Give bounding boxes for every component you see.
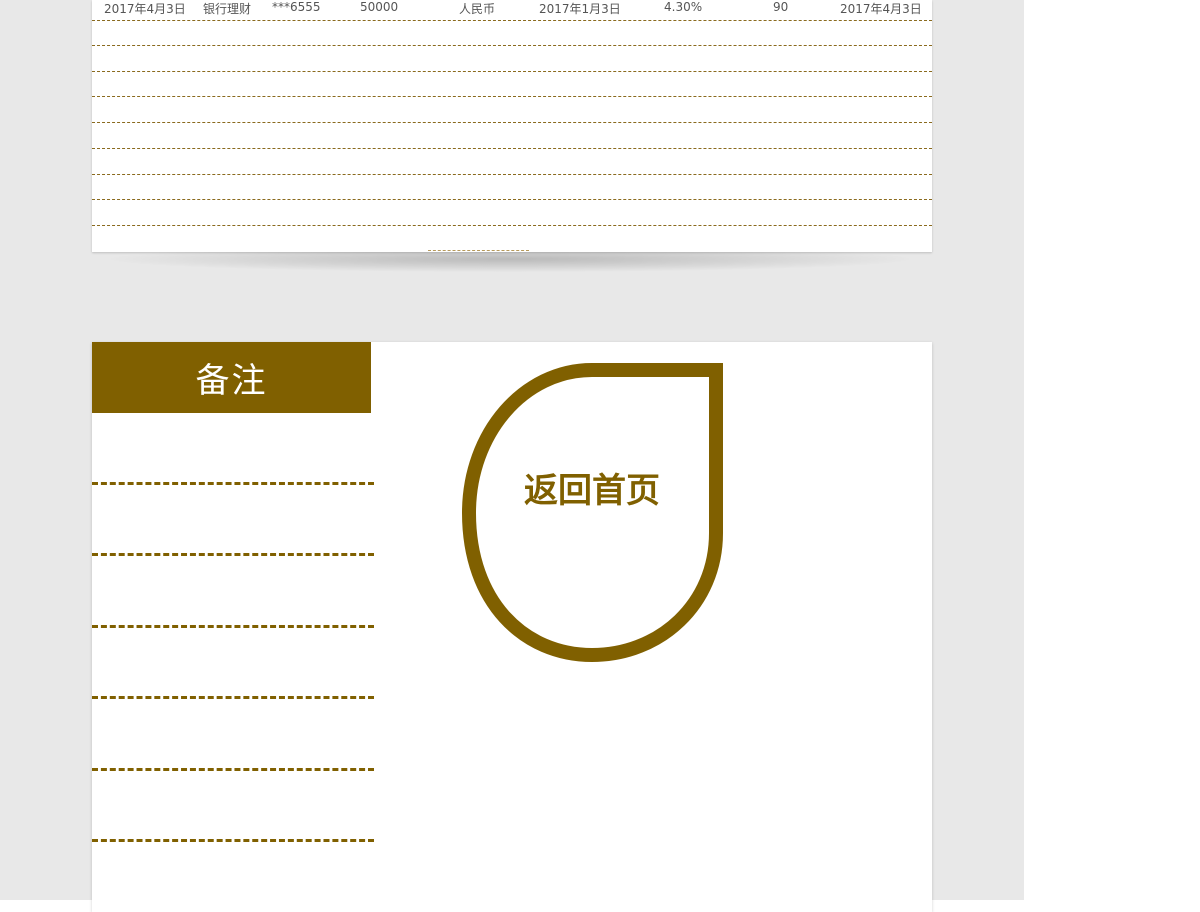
cell-currency[interactable]: 人民币 [459, 0, 495, 17]
investment-table-sheet: 2017年4月3日 银行理财 ***6555 50000 人民币 2017年1月… [92, 0, 932, 252]
table-empty-row[interactable] [92, 199, 932, 200]
note-line[interactable] [92, 482, 374, 485]
cell-purchase-date[interactable]: 2017年4月3日 [104, 0, 186, 17]
table-empty-row[interactable] [92, 225, 932, 226]
table-empty-row[interactable] [92, 174, 932, 175]
cell-amount[interactable]: 50000 [360, 0, 398, 14]
note-line[interactable] [92, 625, 374, 628]
table-empty-row[interactable] [92, 148, 932, 149]
table-empty-row[interactable] [92, 45, 932, 46]
table-row[interactable]: 2017年4月3日 银行理财 ***6555 50000 人民币 2017年1月… [92, 0, 932, 21]
cell-product-type[interactable]: 银行理财 [203, 0, 251, 17]
cell-rate[interactable]: 4.30% [664, 0, 702, 14]
cell-account[interactable]: ***6555 [272, 0, 321, 14]
table-empty-row[interactable] [92, 71, 932, 72]
return-home-label: 返回首页 [524, 471, 660, 511]
return-home-button[interactable]: 返回首页 [462, 363, 723, 662]
cell-start-date[interactable]: 2017年1月3日 [539, 0, 621, 17]
note-line[interactable] [92, 839, 374, 842]
note-line[interactable] [92, 696, 374, 699]
notes-title: 备注 [92, 342, 371, 413]
note-line[interactable] [92, 768, 374, 771]
table-cell-border [428, 250, 529, 251]
cell-days[interactable]: 90 [773, 0, 788, 14]
note-line[interactable] [92, 553, 374, 556]
notes-sheet: 备注 返回首页 [92, 342, 932, 912]
table-empty-row[interactable] [92, 96, 932, 97]
cell-maturity-date[interactable]: 2017年4月3日 [840, 0, 922, 17]
table-empty-row[interactable] [92, 122, 932, 123]
workspace-background: 2017年4月3日 银行理财 ***6555 50000 人民币 2017年1月… [0, 0, 1024, 912]
